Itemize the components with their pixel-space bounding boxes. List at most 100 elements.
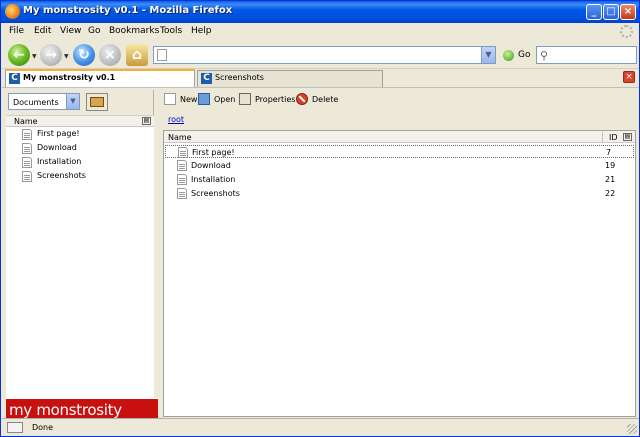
delete-button[interactable]: Delete [296, 93, 338, 107]
url-dropdown-button[interactable]: ▼ [481, 47, 495, 63]
properties-button[interactable]: Properties [239, 93, 297, 107]
brand-text: my monstrosity [9, 401, 122, 419]
items-table: Name ID ▤ First page! 7 Download 19 Inst… [163, 130, 636, 417]
document-icon [22, 129, 32, 140]
throbber-icon [620, 25, 633, 38]
back-history-dropdown[interactable]: ▼ [32, 53, 37, 60]
search-input[interactable]: ⚲ [536, 46, 637, 64]
row-id: 22 [605, 189, 616, 198]
main-pane: New Open Properties Delete root Name ID … [160, 90, 638, 417]
properties-icon [239, 93, 251, 105]
maximize-button[interactable]: □ [603, 4, 619, 20]
row-name: Download [191, 161, 231, 170]
home-button[interactable]: ⌂ [126, 44, 148, 66]
close-tab-icon[interactable]: × [623, 71, 635, 83]
url-input[interactable]: ▼ [153, 46, 496, 64]
column-divider[interactable] [602, 132, 603, 142]
stop-button[interactable]: × [99, 44, 121, 66]
status-icon [7, 422, 23, 433]
row-name: Installation [191, 175, 236, 184]
table-row[interactable]: Screenshots 22 [165, 187, 634, 200]
document-icon [177, 174, 187, 185]
menu-bookmarks[interactable]: Bookmarks [109, 26, 159, 36]
home-icon: ⌂ [131, 47, 143, 63]
tab-label: Screenshots [215, 73, 264, 82]
document-icon [22, 157, 32, 168]
reload-icon: ↻ [78, 47, 90, 63]
tab-my-monstrosity[interactable]: C My monstrosity v0.1 [5, 69, 195, 87]
browser-window: My monstrosity v0.1 - Mozilla Firefox _ … [0, 0, 640, 437]
document-icon [177, 188, 187, 199]
navigation-toolbar: ← ▼ → ▼ ↻ × ⌂ ▼ Go ⚲ [2, 41, 639, 69]
new-document-icon [164, 93, 176, 105]
folder-icon [90, 97, 104, 107]
row-id: 19 [605, 161, 616, 170]
resize-grip[interactable] [627, 424, 637, 434]
forward-history-dropdown[interactable]: ▼ [64, 53, 69, 60]
back-button[interactable]: ← [8, 44, 30, 66]
go-icon[interactable] [503, 50, 514, 61]
document-icon [177, 160, 187, 171]
sidebar-column-header[interactable]: Name ▤ [6, 115, 154, 127]
status-bar: Done [2, 418, 639, 436]
section-select[interactable]: Documents ▼ [8, 93, 80, 110]
name-column-header[interactable]: Name [168, 133, 192, 142]
sidebar-item-label: First page! [37, 129, 80, 138]
action-toolbar: New Open Properties Delete [160, 90, 638, 110]
minimize-button[interactable]: _ [586, 4, 602, 20]
stop-icon: × [104, 47, 116, 63]
brand-banner: my monstrosity [6, 398, 158, 420]
open-button[interactable]: Open [198, 93, 238, 107]
row-name: First page! [192, 148, 235, 157]
breadcrumb-root-link[interactable]: root [168, 115, 184, 124]
chevron-down-icon[interactable]: ▼ [66, 94, 79, 109]
row-id: 7 [606, 148, 612, 157]
column-picker-icon[interactable]: ▤ [142, 117, 151, 125]
firefox-icon [5, 4, 20, 19]
table-row[interactable]: Installation 21 [165, 173, 634, 186]
status-text: Done [32, 423, 54, 432]
forward-button[interactable]: → [40, 44, 62, 66]
menu-edit[interactable]: Edit [34, 26, 51, 36]
document-icon [178, 147, 188, 158]
menu-file[interactable]: File [9, 26, 24, 36]
row-id: 21 [605, 175, 616, 184]
menu-tools[interactable]: Tools [160, 26, 182, 36]
sidebar-item-label: Installation [37, 157, 82, 166]
title-bar[interactable]: My monstrosity v0.1 - Mozilla Firefox _ … [1, 1, 639, 23]
table-row[interactable]: First page! 7 [165, 145, 634, 158]
search-icon: ⚲ [540, 49, 549, 62]
site-favicon-icon: C [201, 73, 212, 84]
new-button[interactable]: New [164, 93, 200, 107]
sidebar-name-header: Name [14, 117, 38, 126]
section-select-value: Documents [13, 98, 59, 107]
table-header: Name ID ▤ [164, 131, 635, 143]
sidebar-item-label: Download [37, 143, 77, 152]
menu-view[interactable]: View [60, 26, 81, 36]
close-window-button[interactable]: × [620, 4, 636, 20]
document-icon [22, 143, 32, 154]
sidebar-item-label: Screenshots [37, 171, 86, 180]
page-content: Documents ▼ Name ▤ First page! Download [2, 87, 639, 420]
folder-button[interactable] [86, 93, 108, 111]
go-button-label[interactable]: Go [518, 50, 530, 60]
document-icon [22, 171, 32, 182]
tab-screenshots[interactable]: C Screenshots [197, 70, 383, 87]
delete-label: Delete [312, 95, 339, 104]
forward-arrow-icon: → [45, 47, 57, 63]
row-name: Screenshots [191, 189, 240, 198]
delete-icon [296, 93, 308, 105]
column-picker-icon[interactable]: ▤ [623, 133, 632, 141]
open-folder-icon [198, 93, 210, 105]
reload-button[interactable]: ↻ [73, 44, 95, 66]
menu-help[interactable]: Help [191, 26, 212, 36]
table-row[interactable]: Download 19 [165, 159, 634, 172]
sidebar: Documents ▼ Name ▤ First page! Download [4, 90, 158, 420]
window-title: My monstrosity v0.1 - Mozilla Firefox [23, 5, 233, 16]
site-favicon-icon: C [9, 73, 20, 84]
menu-go[interactable]: Go [88, 26, 100, 36]
id-column-header[interactable]: ID [609, 133, 618, 142]
back-arrow-icon: ← [13, 47, 25, 63]
tab-strip: C My monstrosity v0.1 C Screenshots × [2, 69, 639, 87]
page-icon [157, 49, 167, 61]
